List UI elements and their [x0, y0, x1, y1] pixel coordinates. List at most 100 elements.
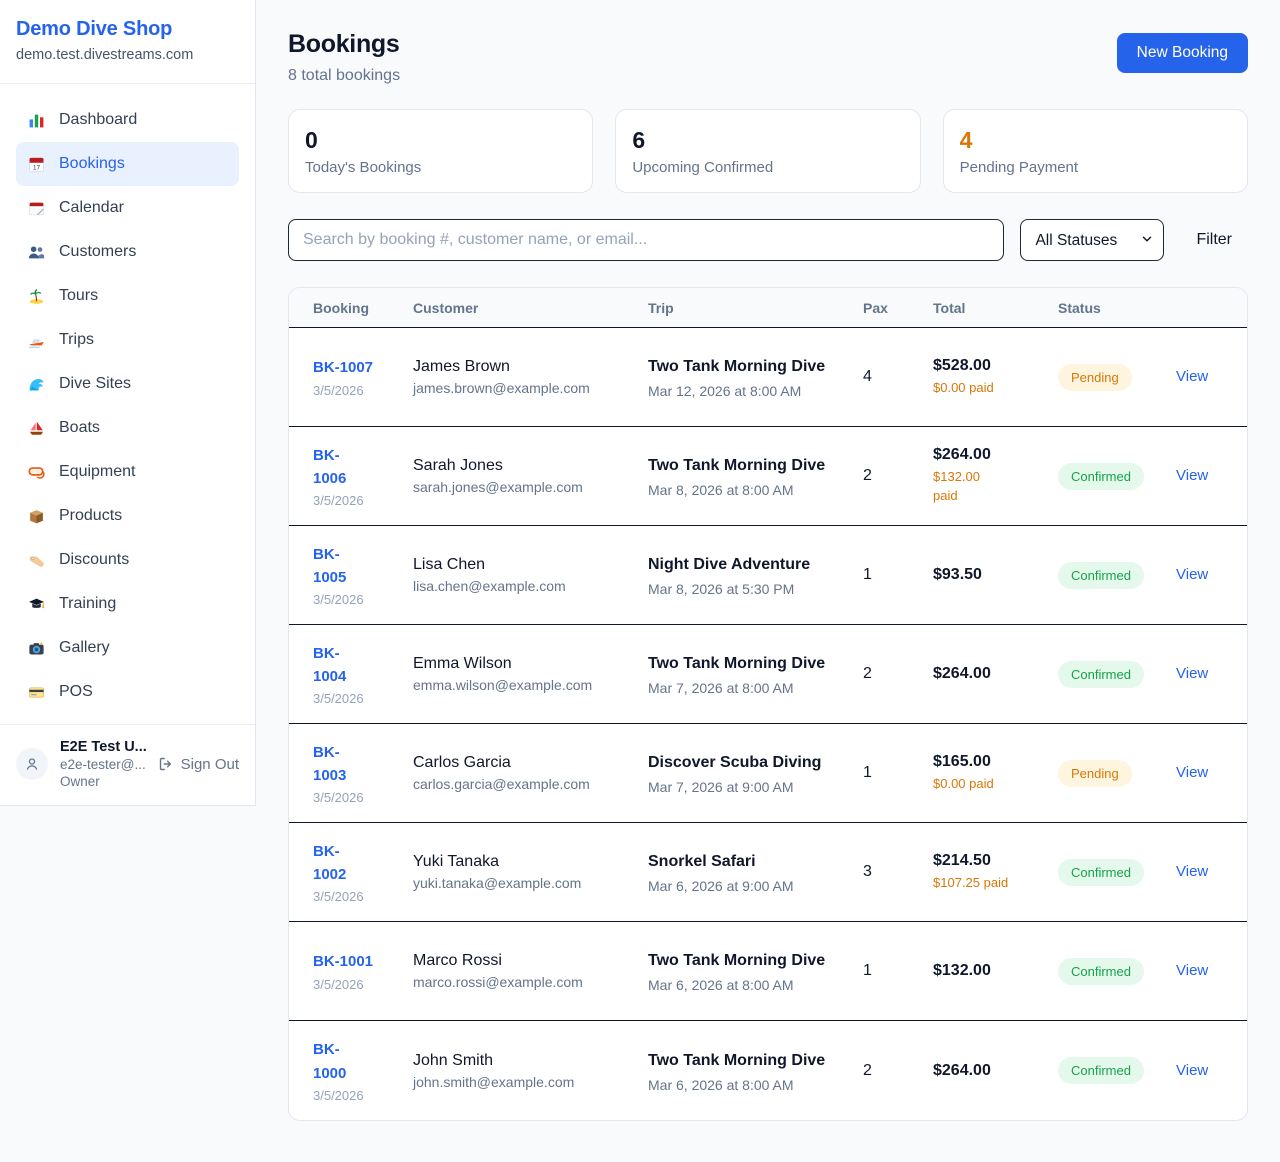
sidebar-item-dashboard[interactable]: Dashboard	[16, 98, 239, 142]
user-name: E2E Test U...	[60, 739, 146, 755]
total-amount: $132.00	[933, 962, 1058, 980]
stat-label: Today's Bookings	[305, 159, 576, 176]
sidebar-item-equipment[interactable]: Equipment	[16, 450, 239, 494]
status-badge: Confirmed	[1058, 562, 1144, 589]
table-row: BK-10013/5/2026 Marco Rossimarco.rossi@e…	[289, 922, 1247, 1021]
paid-amount: $0.00 paid	[933, 379, 1058, 398]
sign-out-button[interactable]: Sign Out	[158, 756, 239, 773]
tag-icon	[28, 552, 45, 569]
total-amount: $264.00	[933, 1062, 1058, 1080]
sidebar-nav: Dashboard 17 Bookings Calendar Customers…	[0, 84, 255, 724]
users-icon	[28, 244, 45, 261]
status-filter-select[interactable]: All Statuses	[1020, 219, 1164, 261]
view-link[interactable]: View	[1176, 863, 1208, 880]
brand-name: Demo Dive Shop	[16, 18, 239, 41]
sidebar-item-dive-sites[interactable]: Dive Sites	[16, 362, 239, 406]
sidebar-item-bookings[interactable]: 17 Bookings	[16, 142, 239, 186]
table-row: BK- 10023/5/2026 Yuki Tanakayuki.tanaka@…	[289, 823, 1247, 922]
customer-name: Carlos Garcia	[413, 754, 648, 772]
trip-name: Discover Scuba Diving	[648, 751, 863, 775]
trip-datetime: Mar 12, 2026 at 8:00 AM	[648, 383, 863, 399]
customer-email: emma.wilson@example.com	[413, 677, 648, 693]
total-amount: $165.00	[933, 753, 1058, 771]
column-header-booking: Booking	[313, 288, 413, 327]
view-link[interactable]: View	[1176, 1062, 1208, 1079]
sidebar-item-pos[interactable]: POS	[16, 670, 239, 714]
customer-email: sarah.jones@example.com	[413, 479, 648, 495]
booking-id-link[interactable]: BK- 1006	[313, 444, 346, 491]
view-link[interactable]: View	[1176, 566, 1208, 583]
sidebar-item-training[interactable]: Training	[16, 582, 239, 626]
search-input[interactable]	[288, 219, 1004, 261]
sidebar-item-label: Discounts	[59, 551, 129, 569]
user-role: Owner	[60, 774, 146, 789]
sailboat-icon	[28, 420, 45, 437]
pax-count: 2	[863, 467, 933, 485]
customer-email: yuki.tanaka@example.com	[413, 875, 648, 891]
table-row: BK- 1006 3/5/2026 Sarah Jones sarah.jones@…	[289, 427, 1247, 526]
sidebar-item-trips[interactable]: Trips	[16, 318, 239, 362]
view-link[interactable]: View	[1176, 467, 1208, 484]
new-booking-button[interactable]: New Booking	[1117, 33, 1248, 73]
avatar	[16, 748, 48, 780]
bookings-table: Booking Customer Trip Pax Total Status B…	[288, 287, 1248, 1121]
sidebar-item-discounts[interactable]: Discounts	[16, 538, 239, 582]
view-link[interactable]: View	[1176, 764, 1208, 781]
table-row: BK-10073/5/2026 James Brownjames.brown@e…	[289, 328, 1247, 427]
trip-datetime: Mar 7, 2026 at 8:00 AM	[648, 680, 863, 696]
sidebar-item-calendar[interactable]: Calendar	[16, 186, 239, 230]
booking-date: 3/5/2026	[313, 691, 413, 706]
column-header-trip: Trip	[648, 288, 863, 327]
calendar-icon: 17	[28, 156, 45, 173]
trip-datetime: Mar 8, 2026 at 8:00 AM	[648, 482, 863, 498]
sidebar-item-label: Dashboard	[59, 111, 137, 129]
booking-date: 3/5/2026	[313, 493, 413, 508]
customer-name: Yuki Tanaka	[413, 853, 648, 871]
status-badge: Confirmed	[1058, 958, 1144, 985]
status-select-wrap: All Statuses	[1020, 219, 1164, 261]
customer-email: marco.rossi@example.com	[413, 974, 648, 990]
filter-bar: All Statuses Filter	[288, 219, 1248, 261]
booking-date: 3/5/2026	[313, 383, 413, 398]
booking-id-link[interactable]: BK- 1004	[313, 642, 346, 689]
column-header-status: Status	[1058, 288, 1176, 327]
customer-email: john.smith@example.com	[413, 1074, 648, 1090]
stat-value: 6	[632, 127, 903, 154]
trip-datetime: Mar 6, 2026 at 8:00 AM	[648, 1077, 863, 1093]
sidebar-item-boats[interactable]: Boats	[16, 406, 239, 450]
sidebar-item-tours[interactable]: Tours	[16, 274, 239, 318]
brand-domain: demo.test.divestreams.com	[16, 47, 239, 63]
total-amount: $264.00	[933, 665, 1058, 683]
sidebar-item-label: Equipment	[59, 463, 136, 481]
sidebar-item-label: Boats	[59, 419, 100, 437]
booking-id-link[interactable]: BK- 1003	[313, 741, 346, 788]
user-email: e2e-tester@...	[60, 757, 146, 772]
view-link[interactable]: View	[1176, 962, 1208, 979]
view-link[interactable]: View	[1176, 368, 1208, 385]
customer-name: Sarah Jones	[413, 457, 648, 475]
status-badge: Pending	[1058, 364, 1132, 391]
booking-id-link[interactable]: BK-1007	[313, 356, 373, 379]
filter-button[interactable]: Filter	[1180, 231, 1248, 249]
sidebar-item-label: Bookings	[59, 155, 125, 173]
sidebar-item-label: Dive Sites	[59, 375, 131, 393]
trip-datetime: Mar 6, 2026 at 9:00 AM	[648, 878, 863, 894]
sidebar-item-products[interactable]: Products	[16, 494, 239, 538]
booking-id-link[interactable]: BK-1001	[313, 950, 373, 973]
graduation-cap-icon	[28, 596, 45, 613]
credit-card-icon	[28, 684, 45, 701]
booking-id-link[interactable]: BK- 1002	[313, 840, 346, 887]
booking-date: 3/5/2026	[313, 592, 413, 607]
booking-id-link[interactable]: BK- 1000	[313, 1038, 346, 1085]
trip-datetime: Mar 7, 2026 at 9:00 AM	[648, 779, 863, 795]
sidebar-item-gallery[interactable]: Gallery	[16, 626, 239, 670]
user-meta: E2E Test U... e2e-tester@... Owner	[60, 739, 146, 789]
sidebar-item-customers[interactable]: Customers	[16, 230, 239, 274]
paid-amount: $107.25 paid	[933, 874, 1058, 893]
person-icon	[24, 756, 40, 772]
view-link[interactable]: View	[1176, 665, 1208, 682]
status-badge: Confirmed	[1058, 1057, 1144, 1084]
column-header-pax: Pax	[863, 288, 933, 327]
booking-id-link[interactable]: BK- 1005	[313, 543, 346, 590]
trip-datetime: Mar 6, 2026 at 8:00 AM	[648, 977, 863, 993]
